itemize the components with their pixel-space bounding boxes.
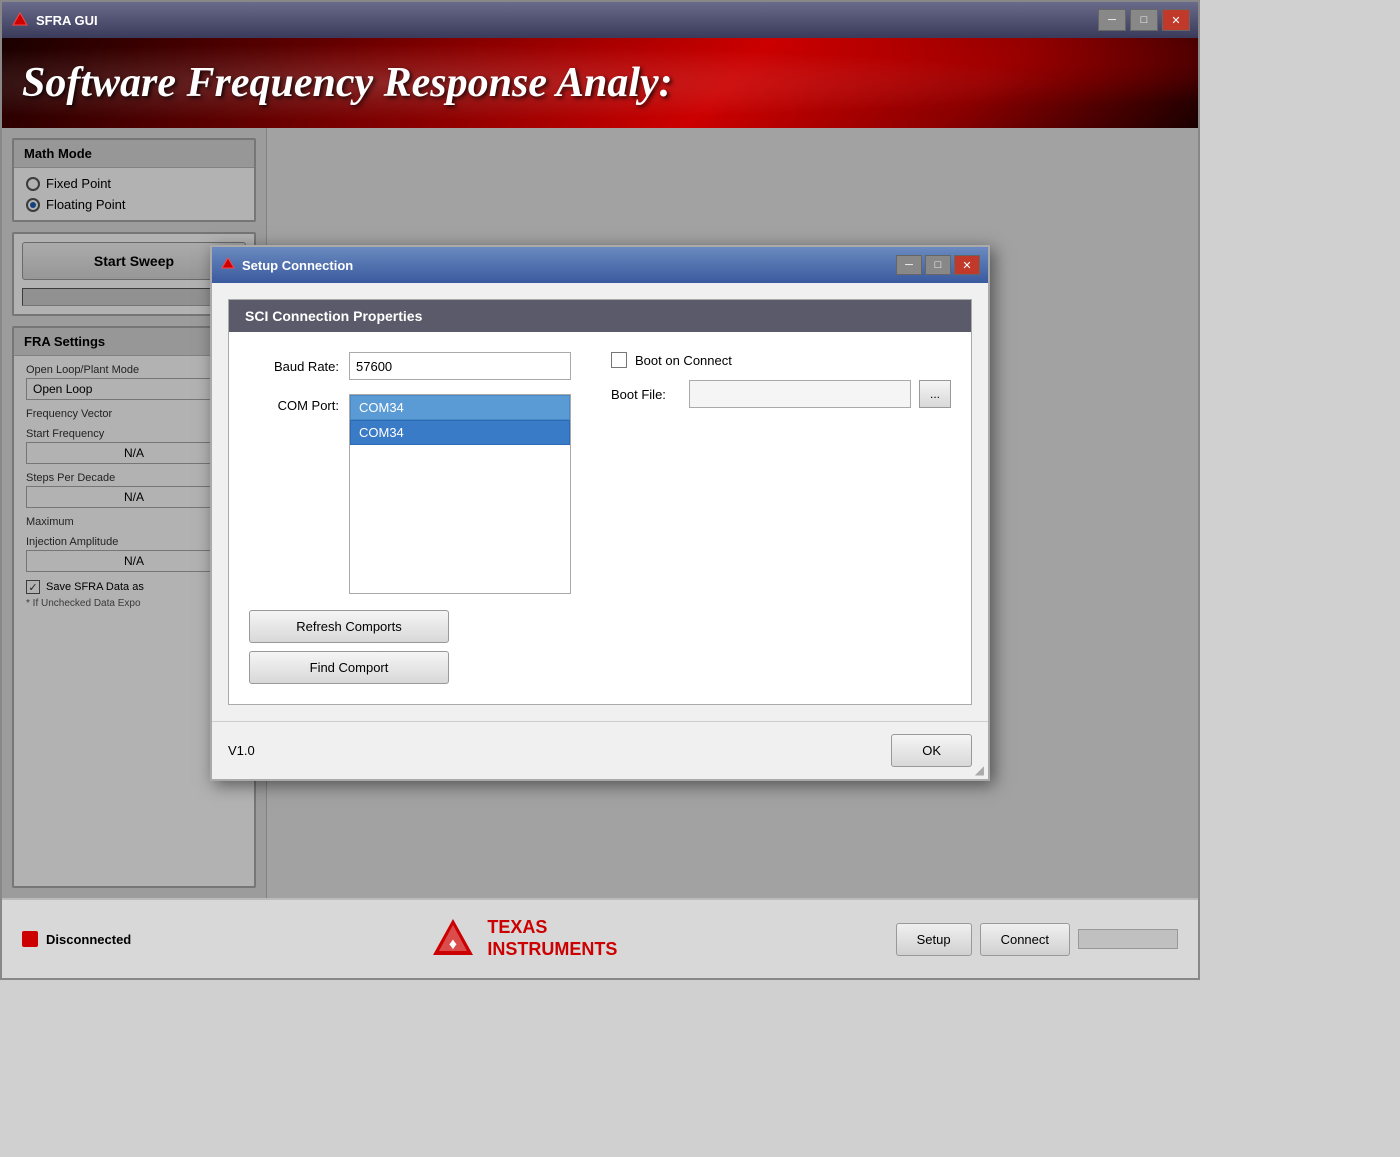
main-window: SFRA GUI ─ □ ✕ Software Frequency Respon…	[0, 0, 1200, 980]
title-bar: SFRA GUI ─ □ ✕	[2, 2, 1198, 38]
baud-rate-label: Baud Rate:	[249, 359, 339, 374]
com-port-listbox[interactable]: COM34 COM34	[349, 394, 571, 594]
status-text: Disconnected	[46, 932, 131, 947]
setup-connection-dialog: Setup Connection ─ □ ✕ SCI Connection Pr…	[210, 245, 990, 781]
app-title: SFRA GUI	[36, 13, 1098, 28]
boot-file-label: Boot File:	[611, 387, 681, 402]
boot-section: Boot on Connect Boot File: ...	[611, 352, 951, 408]
ti-logo-icon: ♦	[429, 915, 477, 963]
boot-file-input[interactable]	[689, 380, 911, 408]
boot-file-browse-button[interactable]: ...	[919, 380, 951, 408]
footer-buttons: Setup Connect	[896, 923, 1178, 956]
status-dot	[22, 931, 38, 947]
ti-logo-line1: TEXAS	[487, 917, 617, 939]
boot-on-connect-checkbox[interactable]	[611, 352, 627, 368]
com-port-list: COM34 COM34	[349, 394, 571, 594]
header-title: Software Frequency Response Analy:	[22, 59, 673, 107]
find-comport-button[interactable]: Find Comport	[249, 651, 449, 684]
ok-button[interactable]: OK	[891, 734, 972, 767]
sci-left-section: Baud Rate: COM Port: COM34	[249, 352, 571, 684]
footer-logo: ♦ TEXAS INSTRUMENTS	[151, 915, 895, 963]
main-content: Math Mode Fixed Point Floating Point Sta…	[2, 128, 1198, 898]
dialog-minimize-button[interactable]: ─	[896, 255, 922, 275]
sci-panel-header: SCI Connection Properties	[229, 300, 971, 332]
sci-right-section: Boot on Connect Boot File: ...	[611, 352, 951, 684]
version-label: V1.0	[228, 743, 255, 758]
header-banner: Software Frequency Response Analy:	[2, 38, 1198, 128]
connect-button[interactable]: Connect	[980, 923, 1070, 956]
setup-button[interactable]: Setup	[896, 923, 972, 956]
dialog-action-buttons: Refresh Comports Find Comport	[249, 610, 571, 684]
refresh-comports-button[interactable]: Refresh Comports	[249, 610, 449, 643]
dialog-body: SCI Connection Properties Baud Rate:	[212, 283, 988, 721]
dialog-footer: V1.0 OK	[212, 721, 988, 779]
status-bar: Disconnected	[22, 931, 131, 947]
dialog-close-button[interactable]: ✕	[954, 255, 980, 275]
restore-button[interactable]: □	[1130, 9, 1158, 31]
dialog-icon	[220, 256, 236, 275]
dialog-restore-button[interactable]: □	[925, 255, 951, 275]
minimize-button[interactable]: ─	[1098, 9, 1126, 31]
modal-overlay: Setup Connection ─ □ ✕ SCI Connection Pr…	[2, 128, 1198, 898]
ti-logo-line2: INSTRUMENTS	[487, 939, 617, 961]
dialog-title-bar: Setup Connection ─ □ ✕	[212, 247, 988, 283]
dialog-title: Setup Connection	[242, 258, 896, 273]
boot-on-connect-row: Boot on Connect	[611, 352, 951, 368]
sci-properties-panel: SCI Connection Properties Baud Rate:	[228, 299, 972, 705]
close-button[interactable]: ✕	[1162, 9, 1190, 31]
dialog-title-buttons: ─ □ ✕	[896, 255, 980, 275]
ti-logo-text: TEXAS INSTRUMENTS	[487, 917, 617, 960]
app-icon	[10, 10, 30, 30]
com-port-label: COM Port:	[249, 398, 339, 413]
boot-on-connect-label: Boot on Connect	[635, 353, 732, 368]
boot-file-row: Boot File: ...	[611, 380, 951, 408]
com-port-row: COM Port: COM34 COM34	[249, 394, 571, 594]
com-port-item-0[interactable]: COM34	[350, 395, 570, 420]
com-port-item-1[interactable]: COM34	[350, 420, 570, 445]
baud-rate-row: Baud Rate:	[249, 352, 571, 380]
footer-bar: Disconnected ♦ TEXAS INSTRUMENTS Setup C…	[2, 898, 1198, 978]
sci-panel-body: Baud Rate: COM Port: COM34	[229, 332, 971, 704]
baud-rate-input[interactable]	[349, 352, 571, 380]
svg-text:♦: ♦	[449, 936, 457, 953]
footer-progress-bar	[1078, 929, 1178, 949]
title-bar-buttons: ─ □ ✕	[1098, 9, 1190, 31]
resize-handle[interactable]: ◢	[975, 763, 984, 777]
